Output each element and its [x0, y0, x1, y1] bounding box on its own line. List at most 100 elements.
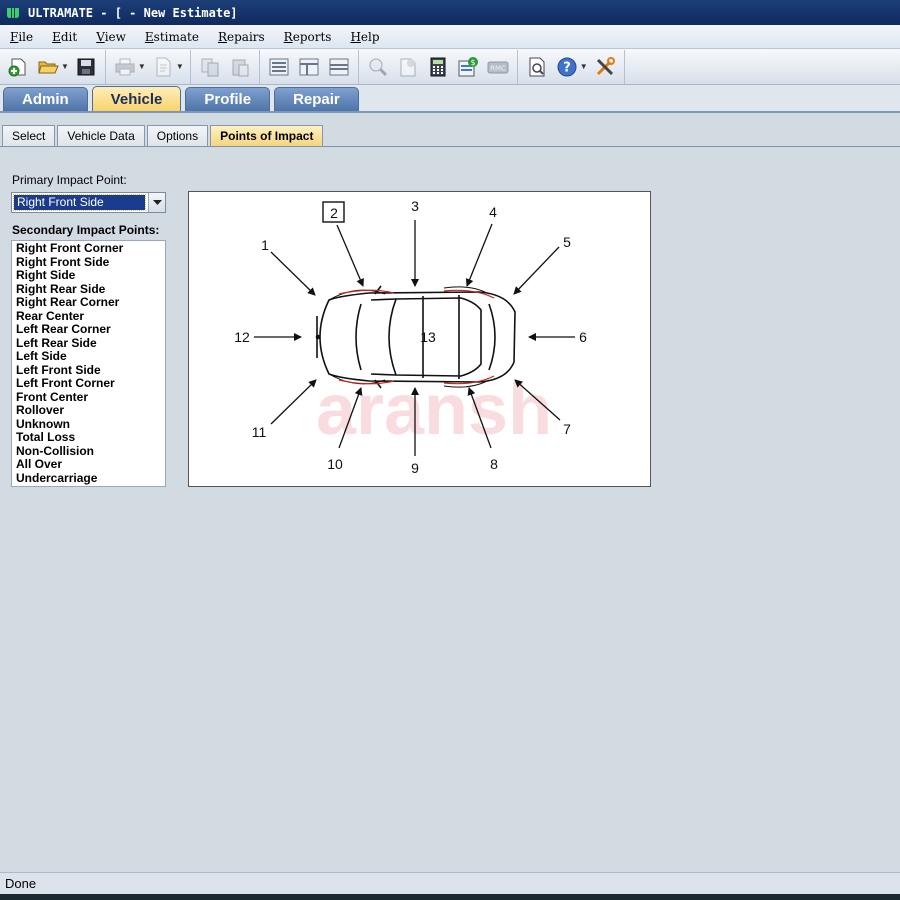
- menu-bar: File Edit View Estimate Repairs Reports …: [0, 25, 900, 49]
- list-item[interactable]: Right Side: [12, 268, 165, 283]
- list-item[interactable]: Left Rear Side: [12, 336, 165, 351]
- list-item[interactable]: Front Center: [12, 390, 165, 405]
- status-text: Done: [5, 876, 37, 891]
- window-title: ULTRAMATE - [ - New Estimate]: [28, 5, 238, 20]
- list-item[interactable]: Right Rear Corner: [12, 295, 165, 310]
- secondary-impact-list[interactable]: Right Front Corner Right Front Side Righ…: [11, 240, 166, 487]
- open-button[interactable]: [35, 54, 61, 80]
- print-dropdown-icon[interactable]: ▼: [138, 62, 146, 71]
- menu-view[interactable]: View: [94, 30, 128, 44]
- point-label-8[interactable]: 8: [490, 456, 498, 472]
- point-label-10[interactable]: 10: [327, 456, 343, 472]
- estimate-doc-button[interactable]: [395, 54, 421, 80]
- paste-button[interactable]: [227, 54, 253, 80]
- arrow-point-1: [270, 251, 316, 296]
- rmc-button[interactable]: RMC: [485, 54, 511, 80]
- list-item[interactable]: Unknown: [12, 417, 165, 432]
- split-view-button[interactable]: [296, 54, 322, 80]
- menu-edit[interactable]: Edit: [50, 30, 79, 44]
- list-item[interactable]: Left Rear Corner: [12, 322, 165, 337]
- primary-impact-dropdown-button[interactable]: [148, 193, 165, 212]
- subtab-select[interactable]: Select: [2, 125, 56, 146]
- copy-button[interactable]: [197, 54, 223, 80]
- panel-view-button[interactable]: [326, 54, 352, 80]
- list-view-button[interactable]: [266, 54, 292, 80]
- point-label-4[interactable]: 4: [489, 204, 497, 220]
- menu-reports[interactable]: Reports: [282, 30, 334, 44]
- list-item[interactable]: Rear Center: [12, 309, 165, 324]
- totals-icon: $: [458, 56, 478, 76]
- menu-help[interactable]: Help: [348, 30, 381, 44]
- search-icon: [369, 58, 387, 76]
- help-icon: ?: [557, 57, 577, 76]
- list-item[interactable]: Undercarriage: [12, 471, 165, 486]
- list-item[interactable]: Left Front Corner: [12, 376, 165, 391]
- list-item[interactable]: All Over: [12, 457, 165, 472]
- subtab-vehicle-data[interactable]: Vehicle Data: [57, 125, 145, 146]
- print-button[interactable]: [112, 54, 138, 80]
- tab-repair[interactable]: Repair: [274, 87, 359, 111]
- list-item[interactable]: Right Front Corner: [12, 241, 165, 256]
- tab-profile[interactable]: Profile: [185, 87, 271, 111]
- impact-diagram[interactable]: aransh 1 2 3 4 5 6 7 8 9 10 11 12 13: [188, 191, 651, 487]
- rmc-icon: RMC: [487, 61, 509, 73]
- chevron-down-icon: [152, 199, 162, 205]
- point-label-13[interactable]: 13: [420, 329, 436, 345]
- search-button[interactable]: [365, 54, 391, 80]
- list-item[interactable]: Right Front Side: [12, 255, 165, 270]
- point-label-2[interactable]: 2: [330, 205, 338, 221]
- point-label-12[interactable]: 12: [234, 329, 250, 345]
- tools-icon: [596, 56, 615, 75]
- print-icon: [115, 58, 135, 75]
- open-dropdown-icon[interactable]: ▼: [61, 62, 69, 71]
- list-item[interactable]: Total Loss: [12, 430, 165, 445]
- tab-admin[interactable]: Admin: [3, 87, 88, 111]
- point-label-11[interactable]: 11: [252, 424, 267, 440]
- point-label-5[interactable]: 5: [563, 234, 571, 250]
- point-label-3[interactable]: 3: [411, 198, 419, 214]
- secondary-impact-label: Secondary Impact Points:: [12, 223, 160, 237]
- new-estimate-button[interactable]: [5, 54, 31, 80]
- new-estimate-icon: [8, 58, 26, 76]
- preview-dropdown-icon[interactable]: ▼: [176, 62, 184, 71]
- list-item[interactable]: Left Side: [12, 349, 165, 364]
- list-view-icon: [269, 58, 289, 75]
- subtab-points-of-impact[interactable]: Points of Impact: [210, 125, 324, 146]
- save-button[interactable]: [73, 54, 99, 80]
- calculator-button[interactable]: [425, 54, 451, 80]
- point-label-6[interactable]: 6: [579, 329, 587, 345]
- tab-vehicle[interactable]: Vehicle: [91, 86, 182, 111]
- split-view-icon: [299, 58, 319, 75]
- estimate-doc-icon: [400, 58, 416, 76]
- list-item[interactable]: Left Front Side: [12, 363, 165, 378]
- toolbar-group-help: ? ▼: [522, 49, 625, 84]
- report-button[interactable]: [524, 54, 550, 80]
- toolbar-group-edit: [195, 49, 260, 84]
- primary-impact-label: Primary Impact Point:: [12, 173, 127, 187]
- menu-estimate[interactable]: Estimate: [143, 30, 201, 44]
- subtab-options[interactable]: Options: [146, 125, 209, 146]
- point-label-7[interactable]: 7: [563, 421, 571, 437]
- primary-impact-select[interactable]: Right Front Side: [11, 192, 166, 213]
- calculator-icon: [430, 57, 446, 76]
- list-item[interactable]: Non-Collision: [12, 444, 165, 459]
- toolbar-group-tools: $ RMC: [363, 49, 518, 84]
- help-button[interactable]: ?: [554, 54, 580, 80]
- svg-text:RMC: RMC: [490, 64, 506, 72]
- point-label-9[interactable]: 9: [411, 460, 419, 476]
- arrow-point-5: [513, 246, 560, 295]
- toolbar: ▼ ▼ ▼ $ RMC ? ▼: [0, 49, 900, 85]
- point-label-1[interactable]: 1: [261, 237, 269, 253]
- totals-button[interactable]: $: [455, 54, 481, 80]
- save-icon: [77, 58, 95, 75]
- menu-file[interactable]: File: [8, 30, 35, 44]
- list-item[interactable]: Rollover: [12, 403, 165, 418]
- menu-repairs[interactable]: Repairs: [216, 30, 267, 44]
- list-item[interactable]: Right Rear Side: [12, 282, 165, 297]
- print-preview-button[interactable]: [150, 54, 176, 80]
- tools-button[interactable]: [592, 54, 618, 80]
- arrow-point-11: [270, 379, 317, 425]
- help-dropdown-icon[interactable]: ▼: [580, 62, 588, 71]
- panel-view-icon: [329, 58, 349, 75]
- arrow-point-4: [465, 223, 493, 287]
